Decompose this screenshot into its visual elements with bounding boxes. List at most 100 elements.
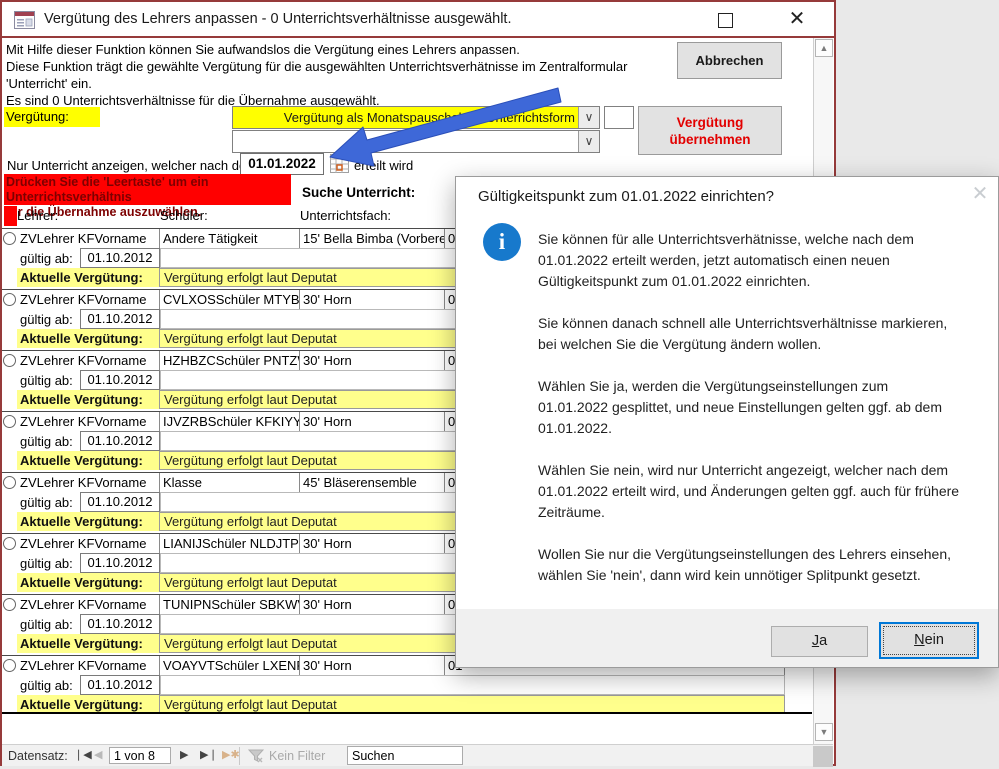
last-record-icon[interactable]: ▶❘ [200, 748, 218, 761]
nein-button[interactable]: Nein [879, 622, 979, 659]
cell-schueler: CVLXOSSchüler MTYBN [160, 290, 300, 310]
cell-schueler: LIANIJSchüler NLDJTPV [160, 534, 300, 554]
record-select-radio[interactable] [3, 354, 16, 367]
gueltig-ab-date-field[interactable]: 01.10.2012 [80, 553, 160, 573]
gueltig-ab-label: gültig ab: [20, 312, 73, 327]
navigator-divider [239, 747, 240, 765]
gueltigkeitspunkt-dialog: Gültigkeitspunkt zum 01.01.2022 einricht… [455, 176, 999, 668]
suche-unterricht-label: Suche Unterricht: [302, 185, 415, 200]
gueltig-ab-label: gültig ab: [20, 556, 73, 571]
scroll-down-icon[interactable]: ▼ [815, 723, 833, 741]
cell-unterrichtsfach: 45' Bläserensemble [300, 473, 445, 493]
gueltig-ab-date-field[interactable]: 01.10.2012 [80, 248, 160, 268]
aktuelle-verguetung-label: Aktuelle Vergütung: [17, 268, 159, 287]
first-record-icon[interactable]: ❘◀ [74, 748, 92, 761]
nein-button-label: Nein [881, 624, 977, 657]
aktuelle-verguetung-label: Aktuelle Vergütung: [17, 634, 159, 653]
dialog-paragraph: Sie können für alle Unterrichtsverhätnis… [538, 229, 962, 292]
filter-icon [248, 749, 264, 763]
gueltig-ab-label: gültig ab: [20, 495, 73, 510]
ja-button[interactable]: Ja [771, 626, 868, 657]
gueltig-ab-label: gültig ab: [20, 617, 73, 632]
cell-lehrer: ZVLehrer KFVorname [17, 656, 160, 676]
kein-filter-label[interactable]: Kein Filter [269, 749, 325, 763]
gueltig-ab-date-field[interactable]: 01.10.2012 [80, 675, 160, 695]
cell-schueler: Klasse [160, 473, 300, 493]
warning-line: Drücken Sie die 'Leertaste' um ein Unter… [6, 175, 289, 205]
verguetung-uebernehmen-button[interactable]: Vergütung übernehmen [638, 106, 782, 155]
cell-lehrer: ZVLehrer KFVorname [17, 412, 160, 432]
column-header-fach: Unterrichtsfach: [300, 208, 391, 223]
maximize-button[interactable] [718, 13, 733, 28]
next-record-icon[interactable]: ▶ [180, 748, 188, 761]
cell-lehrer: ZVLehrer KFVorname [17, 473, 160, 493]
cell-unterrichtsfach: 30' Horn [300, 351, 445, 371]
filter-date-label: Nur Unterricht anzeigen, welcher nach de… [7, 158, 257, 173]
ja-button-label: Ja [772, 627, 867, 656]
cell-schueler: HZHBZCSchüler PNTZW [160, 351, 300, 371]
record-select-radio[interactable] [3, 415, 16, 428]
cell-lehrer: ZVLehrer KFVorname [17, 290, 160, 310]
prev-record-icon[interactable]: ◀ [94, 748, 102, 761]
button-label-line1: Vergütung [639, 114, 781, 131]
verguetung-label: Vergütung: [4, 107, 100, 127]
gueltig-ab-date-field[interactable]: 01.10.2012 [80, 370, 160, 390]
titlebar: Vergütung des Lehrers anpassen - 0 Unter… [2, 2, 834, 38]
gueltig-ab-label: gültig ab: [20, 678, 73, 693]
intro-text: Diese Funktion trägt die gewählte Vergüt… [6, 59, 627, 74]
search-input[interactable]: Suchen [347, 746, 463, 765]
record-select-radio[interactable] [3, 232, 16, 245]
record-select-radio[interactable] [3, 476, 16, 489]
table-end-divider [2, 712, 812, 714]
record-select-radio[interactable] [3, 659, 16, 672]
intro-text: 'Unterricht' ein. [6, 76, 92, 91]
chevron-down-icon[interactable]: ∨ [578, 107, 599, 128]
column-header-schueler: Schüler: [160, 208, 208, 223]
record-select-radio[interactable] [3, 537, 16, 550]
cell-unterrichtsfach: 30' Horn [300, 595, 445, 615]
record-position-field[interactable]: 1 von 8 [109, 747, 171, 764]
dialog-paragraph: Wählen Sie nein, wird nur Unterricht ang… [538, 460, 962, 523]
cell-unterrichtsfach: 30' Horn [300, 534, 445, 554]
record-navigator: Datensatz: ❘◀ ◀ 1 von 8 ▶ ▶❘ ▶✱ Kein Fil… [2, 744, 833, 766]
cell-unterrichtsfach: 30' Horn [300, 290, 445, 310]
cell-unterrichtsfach: 30' Horn [300, 656, 445, 676]
cell-schueler: Andere Tätigkeit [160, 229, 300, 249]
dialog-title: Gültigkeitspunkt zum 01.01.2022 einricht… [478, 188, 774, 205]
spacebar-warning: Drücken Sie die 'Leertaste' um ein Unter… [4, 174, 291, 205]
gueltig-ab-date-field[interactable]: 01.10.2012 [80, 614, 160, 634]
dialog-body: Sie können für alle Unterrichtsverhätnis… [538, 229, 962, 649]
gueltig-ab-date-field[interactable]: 01.10.2012 [80, 492, 160, 512]
aktuelle-verguetung-label: Aktuelle Vergütung: [17, 573, 159, 592]
chevron-down-icon[interactable]: ∨ [578, 131, 599, 152]
button-label-line2: übernehmen [639, 131, 781, 148]
gueltig-ab-date-field[interactable]: 01.10.2012 [80, 309, 160, 329]
dialog-close-icon[interactable]: ✕ [966, 181, 994, 207]
gueltig-ab-date-field[interactable]: 01.10.2012 [80, 431, 160, 451]
form-icon [14, 11, 35, 29]
cell-lehrer: ZVLehrer KFVorname [17, 351, 160, 371]
screenshot-stage: Vergütung des Lehrers anpassen - 0 Unter… [0, 0, 999, 769]
scroll-up-icon[interactable]: ▲ [815, 39, 833, 57]
abbrechen-button[interactable]: Abbrechen [677, 42, 782, 79]
cell-schueler: VOAYVTSchüler LXENF [160, 656, 300, 676]
new-record-icon[interactable]: ▶✱ [222, 748, 240, 761]
navigator-corner [813, 746, 833, 767]
datensatz-label: Datensatz: [8, 749, 68, 763]
close-button[interactable]: ✕ [784, 6, 810, 32]
gueltig-ab-empty-field [160, 675, 785, 695]
cell-schueler: TUNIPNSchüler SBKWV [160, 595, 300, 615]
aktuelle-verguetung-label: Aktuelle Vergütung: [17, 390, 159, 409]
small-value-field[interactable] [604, 106, 634, 129]
record-select-radio[interactable] [3, 293, 16, 306]
blue-annotation-arrow [300, 80, 580, 180]
dialog-paragraph: Sie können danach schnell alle Unterrich… [538, 313, 962, 355]
cell-unterrichtsfach: 15' Bella Bimba (Vorbere [300, 229, 445, 249]
cell-unterrichtsfach: 30' Horn [300, 412, 445, 432]
intro-text: Mit Hilfe dieser Funktion können Sie auf… [6, 42, 520, 57]
gueltig-ab-label: gültig ab: [20, 434, 73, 449]
dialog-footer: Ja Nein [456, 609, 998, 667]
record-select-radio[interactable] [3, 598, 16, 611]
aktuelle-verguetung-label: Aktuelle Vergütung: [17, 512, 159, 531]
window-title: Vergütung des Lehrers anpassen - 0 Unter… [44, 11, 512, 27]
